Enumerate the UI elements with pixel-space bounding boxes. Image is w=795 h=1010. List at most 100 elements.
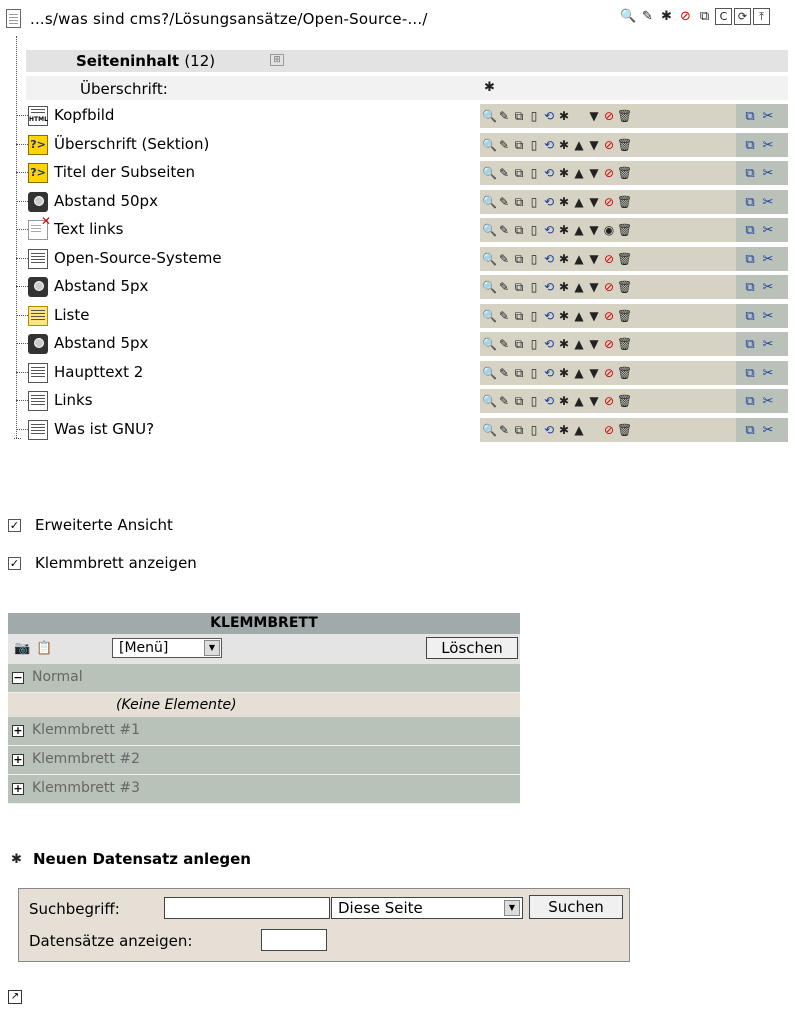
move-up-icon[interactable]: ▲ — [572, 393, 586, 410]
move-down-icon[interactable]: ▼ — [587, 365, 601, 382]
preview-icon[interactable]: ⧉ — [512, 336, 526, 353]
history-icon[interactable]: ⟲ — [542, 222, 556, 239]
view-icon[interactable]: 🔍 — [482, 308, 497, 325]
hide-icon[interactable]: ⊘ — [602, 336, 616, 353]
history-icon[interactable]: ⟲ — [542, 194, 556, 211]
preview-icon[interactable]: ⧉ — [512, 393, 526, 410]
new-after-icon[interactable]: ✱ — [557, 365, 571, 382]
edit-icon[interactable]: ✎ — [497, 251, 511, 268]
cut-icon[interactable]: ✂ — [760, 222, 776, 239]
view-icon[interactable]: 🔍 — [482, 251, 497, 268]
paste-icon[interactable]: 📋 — [36, 640, 53, 657]
header-element-icon[interactable]: ?> — [28, 163, 48, 183]
html-element-icon[interactable]: HTML — [28, 106, 48, 126]
info-icon[interactable]: ▯ — [527, 336, 541, 353]
new-after-icon[interactable]: ✱ — [557, 279, 571, 296]
move-up-icon[interactable]: ▲ — [572, 165, 586, 182]
edit-icon[interactable]: ✎ — [497, 222, 511, 239]
chevron-down-icon[interactable]: ▼ — [204, 640, 220, 656]
info-icon[interactable]: ▯ — [527, 137, 541, 154]
new-after-icon[interactable]: ✱ — [557, 222, 571, 239]
chevron-down-icon[interactable]: ▼ — [504, 900, 520, 916]
delete-icon[interactable]: 🗑 — [617, 137, 632, 154]
history-icon[interactable]: ⟲ — [542, 279, 556, 296]
extended-view-checkbox[interactable]: ✓ — [8, 518, 21, 532]
edit-icon[interactable]: ✎ — [497, 279, 511, 296]
move-up-icon[interactable]: ▲ — [572, 365, 586, 382]
copy-icon[interactable]: ⧉ — [742, 251, 758, 268]
expand-icon[interactable]: + — [12, 725, 24, 737]
move-down-icon[interactable]: ▼ — [587, 165, 601, 182]
move-down-icon[interactable]: ▼ — [587, 137, 601, 154]
list-element-icon[interactable] — [28, 306, 48, 326]
move-up-icon[interactable]: ▲ — [572, 222, 586, 239]
edit-icon[interactable]: ✎ — [497, 137, 511, 154]
view-icon[interactable]: 🔍 — [482, 365, 497, 382]
content-row-label[interactable]: Abstand 50px — [54, 192, 158, 210]
hide-icon[interactable]: ⊘ — [602, 422, 616, 439]
copy-icon[interactable]: ⧉ — [742, 365, 758, 382]
view-icon[interactable]: 🔍 — [482, 279, 497, 296]
content-row-label[interactable]: Links — [54, 391, 93, 409]
page-icon[interactable] — [6, 9, 21, 28]
clipboard-pad-normal[interactable]: − Normal — [8, 664, 520, 693]
reload-icon[interactable]: ⟳ — [734, 8, 751, 25]
edit-icon[interactable]: ✎ — [497, 165, 511, 182]
info-icon[interactable]: ▯ — [527, 251, 541, 268]
move-down-icon[interactable]: ▼ — [587, 308, 601, 325]
info-icon[interactable]: ▯ — [527, 194, 541, 211]
clipboard-pad-1[interactable]: + Klemmbrett #1 — [8, 717, 520, 746]
new-after-icon[interactable]: ✱ — [557, 251, 571, 268]
delete-icon[interactable]: 🗑 — [617, 108, 632, 125]
history-icon[interactable]: ⟲ — [542, 422, 556, 439]
cut-icon[interactable]: ✂ — [760, 308, 776, 325]
content-row-label[interactable]: Haupttext 2 — [54, 363, 143, 381]
cut-icon[interactable]: ✂ — [760, 137, 776, 154]
view-icon[interactable]: 🔍 — [482, 222, 497, 239]
hide-icon[interactable]: ⊘ — [602, 393, 616, 410]
preview-icon[interactable]: ⧉ — [512, 308, 526, 325]
delete-icon[interactable]: 🗑 — [617, 308, 632, 325]
text-element-icon[interactable] — [28, 249, 48, 269]
expand-icon[interactable]: + — [12, 754, 24, 766]
new-record-icon[interactable]: ✱ — [658, 8, 675, 25]
info-icon[interactable]: ▯ — [527, 222, 541, 239]
preview-icon[interactable]: ⧉ — [512, 108, 526, 125]
pencil-icon[interactable]: ✎ — [639, 8, 656, 25]
cut-icon[interactable]: ✂ — [760, 251, 776, 268]
up-icon[interactable]: ⤒ — [753, 8, 770, 25]
edit-icon[interactable]: ✎ — [497, 308, 511, 325]
new-after-icon[interactable]: ✱ — [557, 393, 571, 410]
expand-icon[interactable]: ⊞ — [270, 54, 284, 66]
preview-icon[interactable]: ⧉ — [512, 222, 526, 239]
history-icon[interactable]: ⟲ — [542, 251, 556, 268]
preview-icon[interactable]: ⧉ — [512, 365, 526, 382]
content-row-label[interactable]: Liste — [54, 306, 89, 324]
camera-icon[interactable]: 📷 — [14, 640, 31, 657]
info-icon[interactable]: ▯ — [527, 108, 541, 125]
view-icon[interactable]: 🔍 — [482, 422, 497, 439]
edit-icon[interactable]: ✎ — [497, 108, 511, 125]
copy-icon[interactable]: ⧉ — [742, 194, 758, 211]
move-up-icon[interactable]: ▲ — [572, 308, 586, 325]
new-content-icon[interactable]: ✱ — [481, 79, 498, 96]
spacer-element-icon[interactable] — [28, 334, 48, 354]
hide-icon[interactable]: ⊘ — [677, 8, 694, 25]
info-icon[interactable]: ▯ — [527, 422, 541, 439]
delete-icon[interactable]: 🗑 — [617, 222, 632, 239]
hide-icon[interactable]: ⊘ — [602, 251, 616, 268]
open-in-new-window-icon[interactable]: ↗ — [8, 990, 22, 1004]
copy-icon[interactable]: ⧉ — [742, 222, 758, 239]
spacer-element-icon[interactable] — [28, 192, 48, 212]
view-icon[interactable]: 🔍 — [482, 336, 497, 353]
move-down-icon[interactable]: ▼ — [587, 194, 601, 211]
cut-icon[interactable]: ✂ — [760, 336, 776, 353]
search-scope-select[interactable]: Diese Seite ▼ — [331, 897, 523, 919]
cut-icon[interactable]: ✂ — [760, 393, 776, 410]
text-element-icon[interactable] — [28, 420, 48, 440]
cut-icon[interactable]: ✂ — [760, 365, 776, 382]
hide-icon[interactable]: ⊘ — [602, 365, 616, 382]
cut-icon[interactable]: ✂ — [760, 108, 776, 125]
move-up-icon[interactable]: ▲ — [572, 279, 586, 296]
clipboard-pad-3[interactable]: + Klemmbrett #3 — [8, 775, 520, 804]
